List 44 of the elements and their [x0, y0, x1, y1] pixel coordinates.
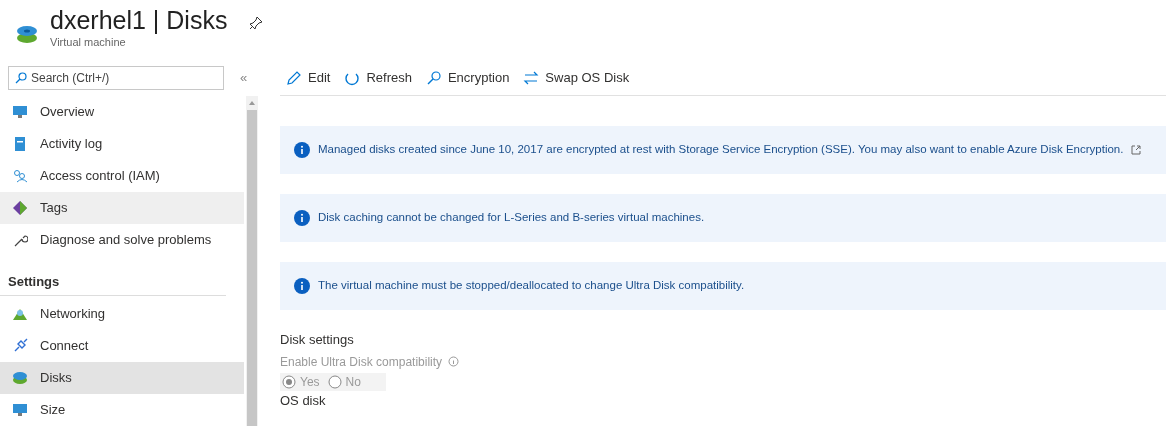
sidebar-item[interactable]: Networking — [0, 298, 244, 330]
info-banner: Disk caching cannot be changed for L-Series and B-series virtual machines. — [280, 194, 1166, 242]
toolbar-button[interactable]: Refresh — [344, 67, 412, 88]
sidebar-item[interactable]: Connect — [0, 330, 244, 362]
toolbar-button[interactable]: Swap OS Disk — [523, 67, 630, 88]
toolbar-button[interactable]: Edit — [286, 67, 331, 88]
search-icon — [15, 72, 27, 84]
section-heading: OS disk — [280, 391, 327, 410]
people-icon — [12, 168, 28, 184]
sidebar-item[interactable]: Activity log — [0, 128, 244, 160]
info-icon — [294, 210, 310, 226]
pencil-icon — [286, 69, 302, 86]
sidebar-item[interactable]: Tags — [0, 192, 244, 224]
page-subtitle: Virtual machine — [50, 35, 127, 50]
pin-icon[interactable] — [249, 16, 264, 30]
info-icon — [294, 278, 310, 294]
sidebar-item[interactable]: Diagnose and solve problems — [0, 224, 244, 256]
sidebar-item[interactable]: Size — [0, 394, 244, 426]
info-icon[interactable] — [448, 356, 460, 367]
monitor-icon — [12, 402, 28, 418]
collapse-button[interactable]: « — [240, 68, 248, 88]
sidebar-item[interactable]: Disks — [0, 362, 244, 394]
scrollbar[interactable] — [246, 96, 258, 426]
info-banner: The virtual machine must be stopped/deallocated to change Ultra Disk compatibility. — [280, 262, 1166, 310]
search-field[interactable]: Search (Ctrl+/) — [8, 66, 224, 90]
log-icon — [12, 136, 28, 152]
toolbar-button[interactable]: Encryption — [425, 67, 510, 88]
info-banner: Managed disks created since June 10, 2017 are encrypted at rest with Storage Service Encryption (SSE). You may also want to enable Azure Disk Encryption. — [280, 126, 1166, 174]
swap-icon — [523, 69, 540, 86]
tag-icon — [12, 200, 28, 216]
sidebar-item[interactable]: Overview — [0, 96, 244, 128]
external-link-icon[interactable] — [1131, 145, 1142, 155]
info-icon — [294, 142, 310, 158]
disks-icon — [16, 24, 38, 44]
section-heading: Settings — [8, 272, 60, 291]
disks-icon — [12, 370, 28, 386]
field-label: Enable Ultra Disk compatibility — [280, 353, 443, 371]
plug-icon — [12, 338, 28, 354]
scroll-up-icon[interactable] — [249, 101, 255, 105]
search-input[interactable]: Search (Ctrl+/) — [31, 69, 211, 87]
sidebar-item[interactable]: Access control (IAM) — [0, 160, 244, 192]
monitor-icon — [12, 104, 28, 120]
page-title: dxerhel1 | Disks — [50, 5, 228, 36]
section-heading: Disk settings — [280, 331, 355, 349]
